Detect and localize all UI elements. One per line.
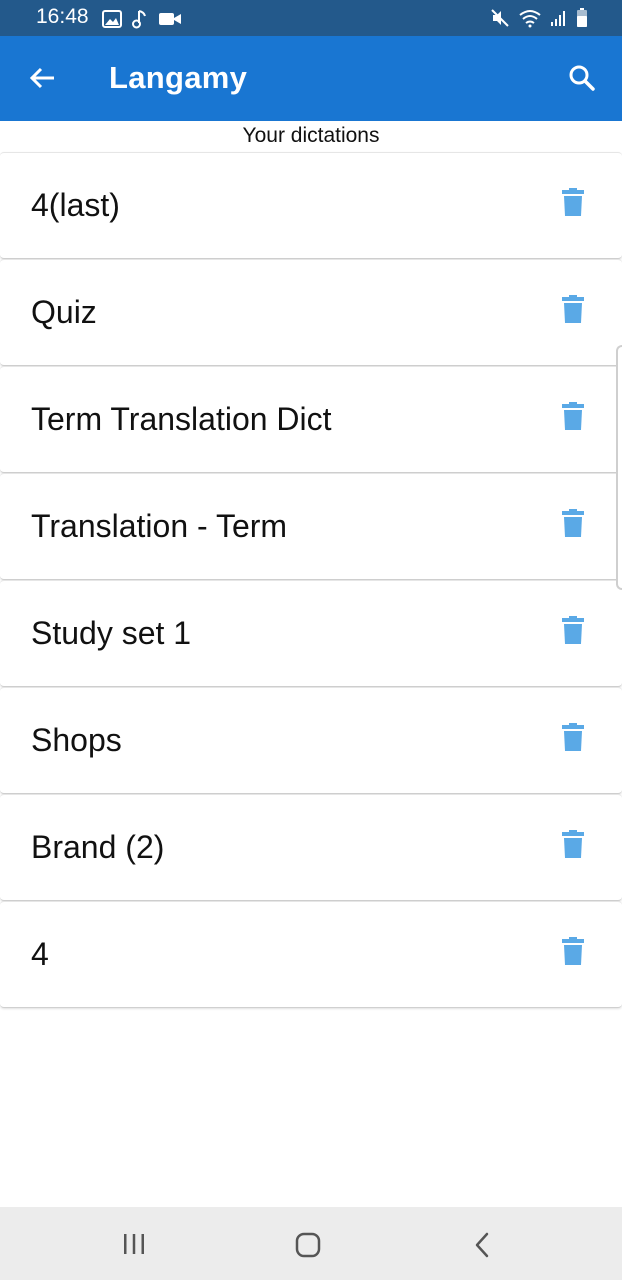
status-time: 16:48: [36, 5, 89, 28]
dictation-title: Translation - Term: [31, 508, 288, 544]
search-icon: [569, 65, 595, 91]
dictation-item[interactable]: Term Translation Dict: [0, 366, 622, 473]
recent-apps-icon: [124, 1234, 144, 1254]
dictation-title: Term Translation Dict: [31, 401, 332, 437]
delete-button[interactable]: [558, 827, 588, 861]
search-button[interactable]: [564, 60, 600, 96]
signal-icon: [551, 11, 565, 26]
dictation-item[interactable]: 4: [0, 901, 622, 1008]
trash-icon: [562, 402, 584, 430]
dictation-list: 4(last) Quiz Term Translation Dict Trans…: [0, 152, 622, 1008]
back-button[interactable]: [24, 60, 60, 96]
trash-icon: [562, 830, 584, 858]
system-nav-bar: [0, 1207, 622, 1280]
back-nav-button[interactable]: [470, 1231, 494, 1259]
status-left-icons: [102, 9, 182, 29]
app-title: Langamy: [109, 60, 248, 95]
delete-button[interactable]: [558, 934, 588, 968]
trash-icon: [562, 937, 584, 965]
trash-icon: [562, 295, 584, 323]
trash-icon: [562, 509, 584, 537]
home-button[interactable]: [294, 1231, 322, 1259]
dictation-item[interactable]: Quiz: [0, 259, 622, 366]
dictation-title: Brand (2): [31, 829, 165, 865]
battery-icon: [577, 8, 587, 27]
delete-button[interactable]: [558, 613, 588, 647]
delete-button[interactable]: [558, 506, 588, 540]
section-heading: Your dictations: [242, 124, 380, 147]
dictation-title: 4: [31, 936, 49, 972]
dictation-item[interactable]: Study set 1: [0, 580, 622, 687]
video-camera-icon: [159, 13, 181, 25]
arrow-left-icon: [29, 67, 54, 89]
scroll-indicator[interactable]: [616, 345, 622, 590]
app-bar: Langamy: [0, 36, 622, 121]
home-icon: [295, 1232, 321, 1258]
dictation-title: Quiz: [31, 294, 97, 330]
trash-icon: [562, 723, 584, 751]
status-bar: 16:48: [0, 0, 622, 36]
status-right-icons: [490, 8, 588, 28]
delete-button[interactable]: [558, 399, 588, 433]
music-note-icon: [132, 10, 146, 29]
recent-apps-button[interactable]: [120, 1231, 148, 1257]
back-icon: [475, 1232, 489, 1258]
dictation-title: Study set 1: [31, 615, 192, 651]
dictation-item[interactable]: Brand (2): [0, 794, 622, 901]
dictation-item[interactable]: 4(last): [0, 152, 622, 259]
mute-icon: [491, 9, 509, 27]
delete-button[interactable]: [558, 292, 588, 326]
dictation-title: Shops: [31, 722, 122, 758]
dictation-item[interactable]: Translation - Term: [0, 473, 622, 580]
dictation-item[interactable]: Shops: [0, 687, 622, 794]
image-icon: [102, 10, 122, 28]
trash-icon: [562, 188, 584, 216]
dictation-title: 4(last): [31, 187, 120, 223]
wifi-icon: [519, 10, 541, 28]
trash-icon: [562, 616, 584, 644]
delete-button[interactable]: [558, 185, 588, 219]
delete-button[interactable]: [558, 720, 588, 754]
